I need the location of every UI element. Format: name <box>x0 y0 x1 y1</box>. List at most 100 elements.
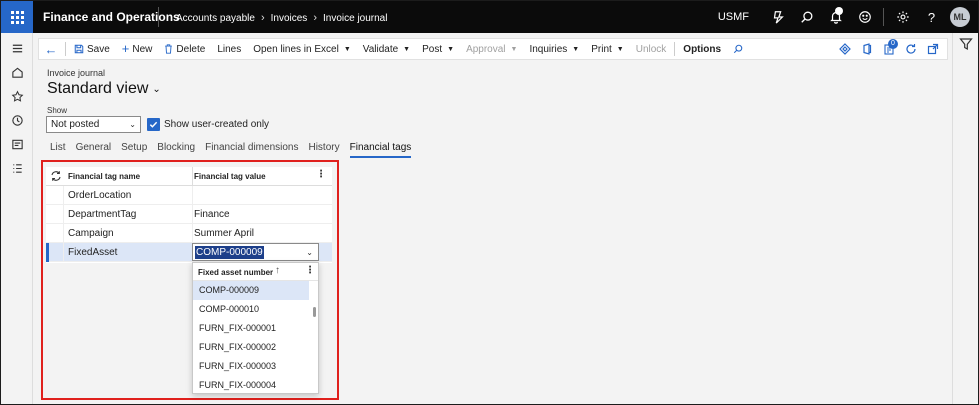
recent-clock-icon[interactable] <box>1 108 33 132</box>
feedback-smiley-icon[interactable] <box>850 1 879 33</box>
copilot-icon[interactable] <box>763 1 792 33</box>
row-selector[interactable] <box>46 205 64 224</box>
lines-button[interactable]: Lines <box>211 39 247 59</box>
app-launcher-button[interactable] <box>1 1 33 33</box>
user-created-only-checkbox[interactable] <box>147 118 160 131</box>
chevron-down-icon: ▼ <box>343 45 351 53</box>
divider <box>158 7 159 27</box>
save-label: Save <box>87 43 110 55</box>
lookup-item[interactable]: COMP-000010 <box>193 300 309 319</box>
page-title: Standard view <box>47 80 149 97</box>
chevron-down-icon[interactable]: ⌄ <box>306 248 313 257</box>
trash-icon <box>165 44 173 54</box>
avatar[interactable]: ML <box>950 7 970 27</box>
show-label: Show <box>47 106 68 115</box>
table-row[interactable]: Campaign Summer April <box>46 224 332 243</box>
scrollbar-thumb[interactable] <box>313 307 316 317</box>
print-button[interactable]: Print ▼ <box>585 39 630 59</box>
waffle-icon <box>10 10 24 24</box>
delete-label: Delete <box>176 43 206 55</box>
tag-value-cell[interactable]: Finance <box>194 209 230 220</box>
chevron-right-icon: › <box>260 12 265 24</box>
validate-button[interactable]: Validate ▼ <box>357 39 416 59</box>
app-window: Finance and Operations Accounts payable … <box>1 1 978 404</box>
notifications-icon[interactable] <box>821 1 850 33</box>
open-lines-in-excel-button[interactable]: Open lines in Excel ▼ <box>247 39 357 59</box>
favorites-star-icon[interactable] <box>1 84 33 108</box>
tab-history[interactable]: History <box>308 142 339 158</box>
office-icon[interactable] <box>857 39 877 59</box>
tab-financial-tags[interactable]: Financial tags <box>349 142 412 158</box>
chevron-down-icon: ⌄ <box>152 83 161 95</box>
action-search-button[interactable] <box>727 39 749 59</box>
approval-label: Approval <box>466 43 506 55</box>
filter-icon[interactable] <box>959 37 973 51</box>
top-right-tools: USMF ? ML <box>718 1 978 33</box>
refresh-icon[interactable] <box>50 170 62 182</box>
new-button[interactable]: + New <box>116 39 159 59</box>
lookup-item[interactable]: FURN_FIX-000001 <box>193 319 309 338</box>
row-selector[interactable] <box>46 186 64 205</box>
attachments-icon[interactable]: 0 <box>879 39 899 59</box>
more-options-icon[interactable]: ⋮ <box>305 265 315 276</box>
table-row[interactable]: OrderLocation <box>46 186 332 205</box>
save-button[interactable]: Save <box>68 39 116 59</box>
page-subtitle: Invoice journal <box>47 68 106 78</box>
lookup-column-header[interactable]: Fixed asset number <box>198 268 273 277</box>
modules-list-icon[interactable] <box>1 156 33 180</box>
lookup-header: Fixed asset number ↑ ⋮ <box>193 263 318 281</box>
row-selector[interactable] <box>46 243 64 262</box>
tab-blocking[interactable]: Blocking <box>157 142 195 158</box>
search-icon[interactable] <box>792 1 821 33</box>
inquiries-button[interactable]: Inquiries ▼ <box>523 39 585 59</box>
lookup-item[interactable]: FURN_FIX-000003 <box>193 357 309 376</box>
app-name[interactable]: Finance and Operations <box>43 10 180 24</box>
breadcrumb-item-accounts-payable[interactable]: Accounts payable <box>176 13 255 24</box>
chevron-right-icon: › <box>313 12 317 24</box>
view-selector[interactable]: Standard view ⌄ <box>47 80 161 98</box>
column-header-tag-value[interactable]: Financial tag value <box>194 172 266 181</box>
more-options-icon[interactable]: ⋮ <box>316 169 326 180</box>
divider <box>192 167 193 186</box>
new-label: New <box>132 43 153 55</box>
home-icon[interactable] <box>1 60 33 84</box>
tab-financial-dimensions[interactable]: Financial dimensions <box>205 142 298 158</box>
print-label: Print <box>591 43 612 55</box>
show-dropdown[interactable]: Not posted ⌄ <box>46 116 141 133</box>
hamburger-icon[interactable] <box>1 36 33 60</box>
breadcrumb-item-invoice-journal[interactable]: Invoice journal <box>323 13 387 24</box>
workspaces-icon[interactable] <box>1 132 33 156</box>
back-button[interactable]: ← <box>39 39 63 59</box>
tab-general[interactable]: General <box>76 142 112 158</box>
show-dropdown-value: Not posted <box>51 119 100 130</box>
lookup-item[interactable]: COMP-000009 <box>193 281 309 300</box>
breadcrumb-item-invoices[interactable]: Invoices <box>271 13 308 24</box>
fixed-asset-lookup-input[interactable]: COMP-000009 ⌄ <box>192 243 319 261</box>
refresh-icon[interactable] <box>901 39 921 59</box>
chevron-down-icon: ▼ <box>510 45 518 53</box>
lookup-item[interactable]: FURN_FIX-000002 <box>193 338 309 357</box>
post-button[interactable]: Post ▼ <box>416 39 460 59</box>
top-bar: Finance and Operations Accounts payable … <box>1 1 978 33</box>
tag-value-cell[interactable]: Summer April <box>194 228 254 239</box>
company-picker[interactable]: USMF <box>718 11 749 23</box>
tab-list[interactable]: List <box>50 142 66 158</box>
open-in-new-window-icon[interactable] <box>923 39 943 59</box>
gear-icon[interactable] <box>888 1 917 33</box>
column-header-tag-name[interactable]: Financial tag name <box>68 172 140 181</box>
row-selector[interactable] <box>46 224 64 243</box>
breadcrumb: Accounts payable › Invoices › Invoice jo… <box>176 12 387 24</box>
inquiries-label: Inquiries <box>529 43 568 55</box>
power-apps-icon[interactable] <box>835 39 855 59</box>
help-icon[interactable]: ? <box>917 1 946 33</box>
approval-button[interactable]: Approval ▼ <box>460 39 523 59</box>
delete-button[interactable]: Delete <box>158 39 211 59</box>
left-nav-rail <box>1 33 33 404</box>
unlock-button[interactable]: Unlock <box>630 39 673 59</box>
lookup-item[interactable]: FURN_FIX-000004 <box>193 376 309 395</box>
divider <box>192 186 193 205</box>
table-row[interactable]: DepartmentTag Finance <box>46 205 332 224</box>
options-tab[interactable]: Options <box>677 39 727 59</box>
sort-ascending-icon[interactable]: ↑ <box>275 265 280 276</box>
tab-setup[interactable]: Setup <box>121 142 147 158</box>
